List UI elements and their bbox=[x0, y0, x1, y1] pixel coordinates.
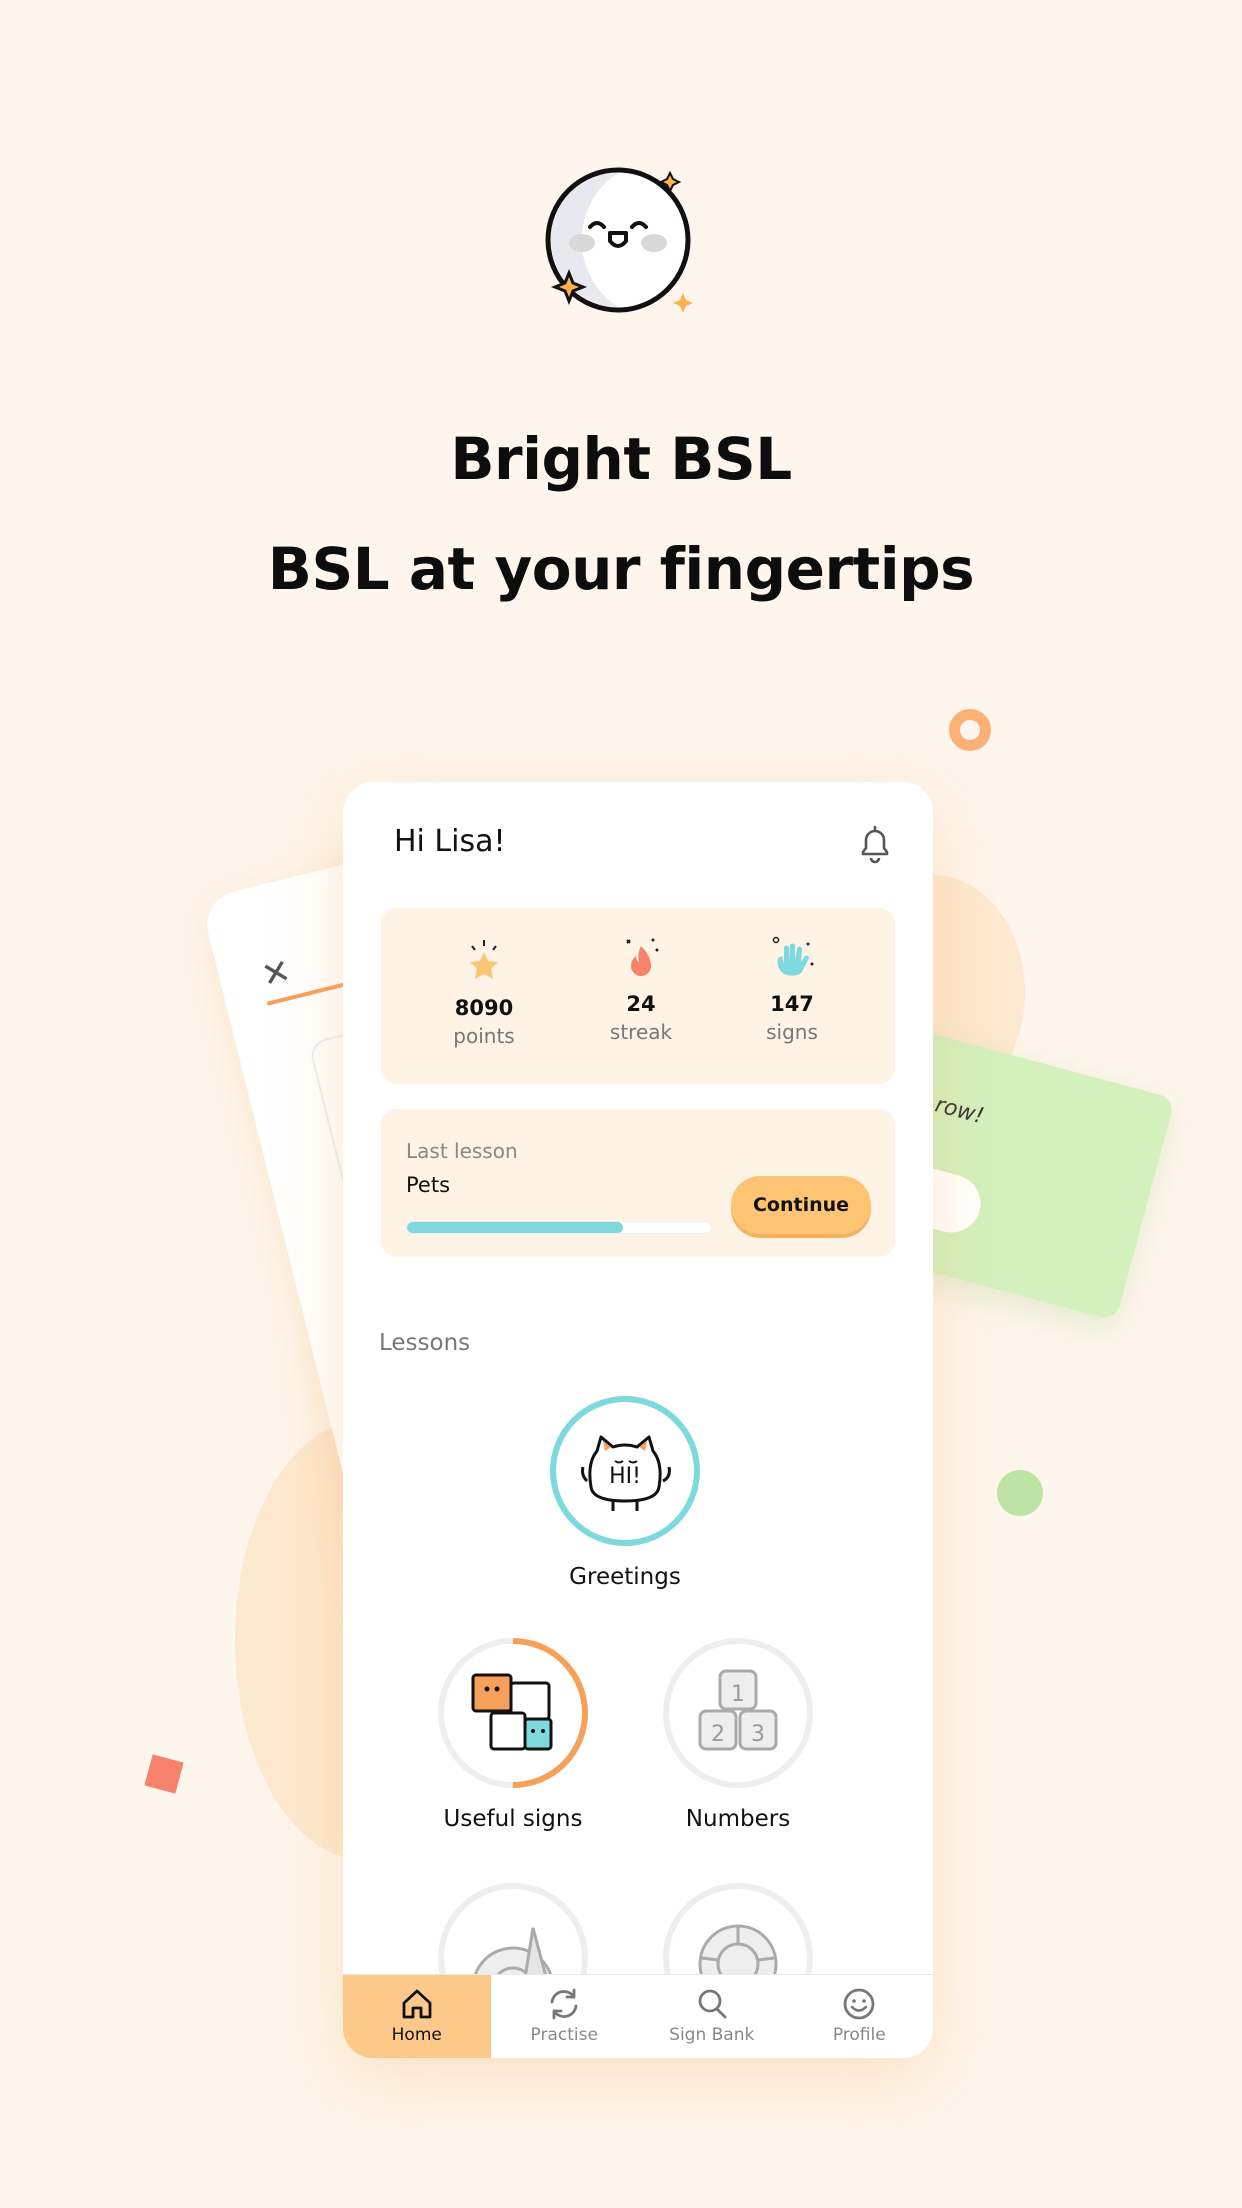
hi-monster-icon: HI! bbox=[581, 1435, 671, 1511]
lesson-progress-ring: HI! bbox=[549, 1395, 701, 1547]
lesson-title: Numbers bbox=[685, 1806, 791, 1832]
stat-label: points bbox=[453, 1024, 515, 1048]
nav-label: Sign Bank bbox=[669, 2025, 755, 2045]
last-lesson-progress-bar bbox=[406, 1221, 712, 1234]
continue-button[interactable]: Continue bbox=[731, 1176, 871, 1234]
stat-value: 147 bbox=[770, 992, 814, 1016]
flame-icon bbox=[626, 938, 659, 976]
nav-label: Profile bbox=[832, 2025, 886, 2045]
home-icon bbox=[402, 1989, 432, 2019]
last-lesson-card[interactable]: Last lesson Pets Continue bbox=[381, 1109, 895, 1257]
svg-text:3: 3 bbox=[751, 1722, 765, 1747]
lessons-heading: Lessons bbox=[379, 1330, 471, 1356]
nav-sign-bank[interactable]: Sign Bank bbox=[638, 1975, 786, 2058]
lesson-progress-ring bbox=[437, 1637, 589, 1789]
quiz-card-text: row! bbox=[932, 1092, 987, 1130]
hand-wave-icon bbox=[772, 936, 814, 976]
stat-label: signs bbox=[766, 1020, 818, 1044]
decor-square bbox=[144, 1754, 184, 1794]
greeting: Hi Lisa! bbox=[394, 824, 506, 859]
decor-dot bbox=[997, 1470, 1043, 1516]
stat-signs: 147 signs bbox=[727, 934, 857, 1044]
number-blocks-icon: 1 2 3 bbox=[698, 1669, 778, 1751]
stat-value: 24 bbox=[626, 992, 656, 1016]
nav-label: Home bbox=[391, 2025, 442, 2045]
lesson-title: Useful signs bbox=[443, 1806, 583, 1832]
lesson-numbers[interactable]: 1 2 3 Numbers bbox=[653, 1637, 823, 1832]
lesson-greetings[interactable]: HI! Greetings bbox=[540, 1395, 710, 1590]
svg-text:1: 1 bbox=[731, 1682, 745, 1707]
app-tagline: BSL at your fingertips bbox=[267, 535, 975, 603]
decor-ring bbox=[949, 709, 991, 751]
nav-label: Practise bbox=[530, 2025, 598, 2045]
stat-label: streak bbox=[609, 1020, 673, 1044]
puzzle-icon bbox=[471, 1673, 553, 1751]
bell-icon[interactable] bbox=[855, 822, 895, 866]
stat-points: 8090 points bbox=[419, 938, 549, 1048]
bottom-nav: Home Practise Sign Bank Profile bbox=[343, 1974, 933, 2058]
last-lesson-name: Pets bbox=[406, 1173, 451, 1197]
app-screen: Hi Lisa! 8090 points 24 streak 147 signs… bbox=[343, 782, 933, 2058]
nav-home[interactable]: Home bbox=[343, 1975, 491, 2058]
close-icon: ✕ bbox=[257, 950, 296, 997]
stat-value: 8090 bbox=[454, 996, 514, 1020]
star-icon bbox=[470, 940, 498, 979]
smile-icon bbox=[843, 1988, 875, 2020]
nav-profile[interactable]: Profile bbox=[786, 1975, 934, 2058]
lesson-progress-ring: 1 2 3 bbox=[662, 1637, 814, 1789]
stats-panel: 8090 points 24 streak 147 signs bbox=[381, 908, 895, 1084]
search-icon bbox=[698, 1989, 727, 2019]
smiling-moon-icon bbox=[545, 167, 693, 313]
svg-text:HI!: HI! bbox=[609, 1464, 641, 1489]
last-lesson-caption: Last lesson bbox=[406, 1139, 518, 1163]
lesson-title: Greetings bbox=[569, 1564, 681, 1590]
svg-text:2: 2 bbox=[711, 1722, 725, 1747]
stat-streak: 24 streak bbox=[576, 934, 706, 1044]
last-lesson-progress-fill bbox=[407, 1222, 623, 1233]
refresh-icon bbox=[550, 1988, 578, 2020]
app-title: Bright BSL bbox=[450, 425, 792, 493]
nav-practise[interactable]: Practise bbox=[491, 1975, 639, 2058]
lesson-useful-signs[interactable]: Useful signs bbox=[428, 1637, 598, 1832]
